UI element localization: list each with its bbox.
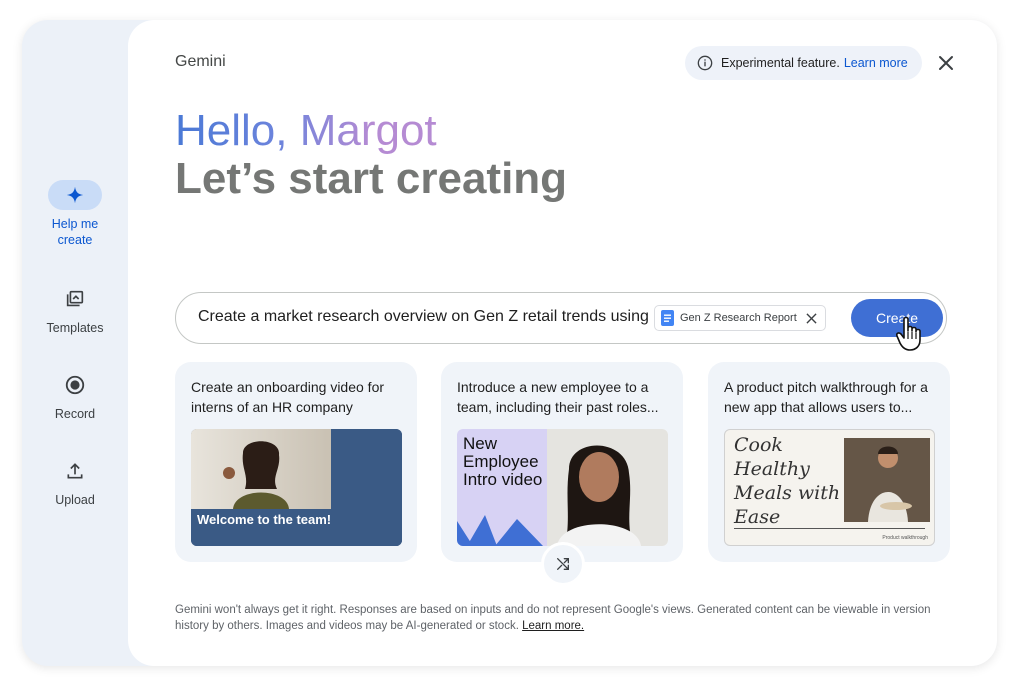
attachment-name: Gen Z Research Report <box>680 312 797 324</box>
nav-label: Upload <box>55 493 95 507</box>
chef-image <box>844 438 930 522</box>
thumb-caption: New Employee Intro video <box>463 434 543 489</box>
side-nav: Help me create Templates Record Upload <box>22 20 128 666</box>
disclaimer-learn-more-link[interactable]: Learn more. <box>522 620 584 632</box>
card-description: A product pitch walkthrough for a new ap… <box>724 379 928 415</box>
nav-templates[interactable]: Templates <box>22 284 128 336</box>
shuffle-button[interactable] <box>541 542 585 586</box>
brand-name: Gemini <box>175 53 226 70</box>
prompt-input[interactable]: Create a market research overview on Gen… <box>175 292 947 344</box>
suggestion-card[interactable]: A product pitch walkthrough for a new ap… <box>708 362 950 562</box>
prompt-text[interactable]: Create a market research overview on Gen… <box>198 308 649 326</box>
disclaimer: Gemini won't always get it right. Respon… <box>175 602 955 634</box>
hand-cursor-icon <box>896 316 921 351</box>
nav-label: Help me create <box>51 217 99 247</box>
shuffle-icon <box>557 558 569 570</box>
record-icon <box>48 370 102 400</box>
sparkle-icon <box>48 180 102 210</box>
attachment-chip[interactable]: Gen Z Research Report <box>654 305 826 331</box>
experimental-text: Experimental feature. <box>721 56 840 70</box>
suggestion-card[interactable]: Create an onboarding video for interns o… <box>175 362 417 562</box>
divider <box>734 528 925 529</box>
card-thumbnail: Cook Healthy Meals with Ease Product wal… <box>724 429 935 546</box>
nav-record[interactable]: Record <box>22 370 128 422</box>
main-panel: Gemini Experimental feature. Learn more … <box>128 20 997 666</box>
experimental-banner: Experimental feature. Learn more <box>685 46 922 80</box>
suggestion-card[interactable]: Introduce a new employee to a team, incl… <box>441 362 683 562</box>
card-thumbnail: New Employee Intro video <box>457 429 668 546</box>
close-icon <box>939 56 953 70</box>
nav-label: Record <box>54 407 96 421</box>
greeting-title: Hello, Margot <box>175 106 437 155</box>
nav-label: Templates <box>46 321 104 335</box>
upload-icon <box>48 456 102 486</box>
card-thumbnail: Welcome to the team! <box>191 429 402 546</box>
thumb-footer: Product walkthrough <box>882 535 928 541</box>
docs-icon <box>661 310 674 326</box>
nav-help-me-create[interactable]: Help me create <box>22 180 128 248</box>
card-description: Create an onboarding video for interns o… <box>191 379 385 415</box>
greeting-subtitle: Let’s start creating <box>175 154 568 203</box>
nav-upload[interactable]: Upload <box>22 456 128 508</box>
learn-more-link[interactable]: Learn more <box>844 56 908 70</box>
close-button[interactable] <box>934 51 958 75</box>
thumb-caption: Cook Healthy Meals with Ease <box>734 434 841 528</box>
info-icon <box>697 55 713 71</box>
card-description: Introduce a new employee to a team, incl… <box>457 379 659 415</box>
thumb-caption: Welcome to the team! <box>191 509 402 546</box>
templates-icon <box>48 284 102 314</box>
remove-attachment-icon[interactable] <box>806 312 817 324</box>
